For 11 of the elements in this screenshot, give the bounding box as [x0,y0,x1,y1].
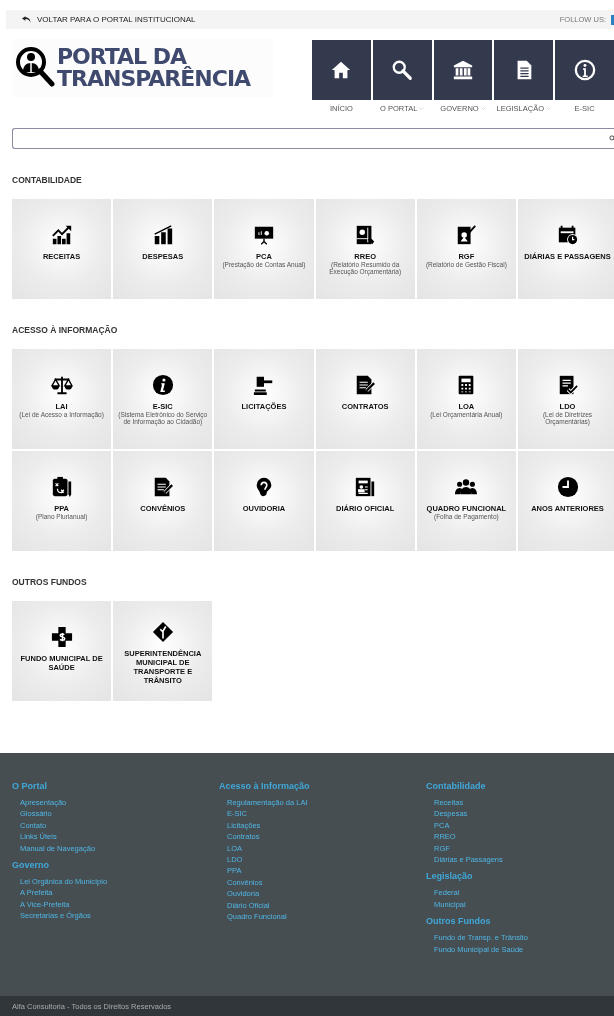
back-link[interactable]: VOLTAR PARA O PORTAL INSTITUCIONAL [37,15,196,24]
logo-title: TRANSPARÊNCIA [57,68,251,90]
footer-heading: Legislação [426,871,474,882]
section-title: CONTABILIDADE [12,175,83,185]
footer-heading: Outros Fundos [426,916,492,927]
footer-heading: Acesso à Informação [219,781,311,791]
footer-heading: Governo [12,860,50,871]
section-title: ACESSO À INFORMAÇÃO [12,325,119,335]
footer-heading: O Portal [12,781,48,791]
section-title: OUTROS FUNDOS [12,577,88,587]
footer-heading: Contabilidade [426,781,487,791]
